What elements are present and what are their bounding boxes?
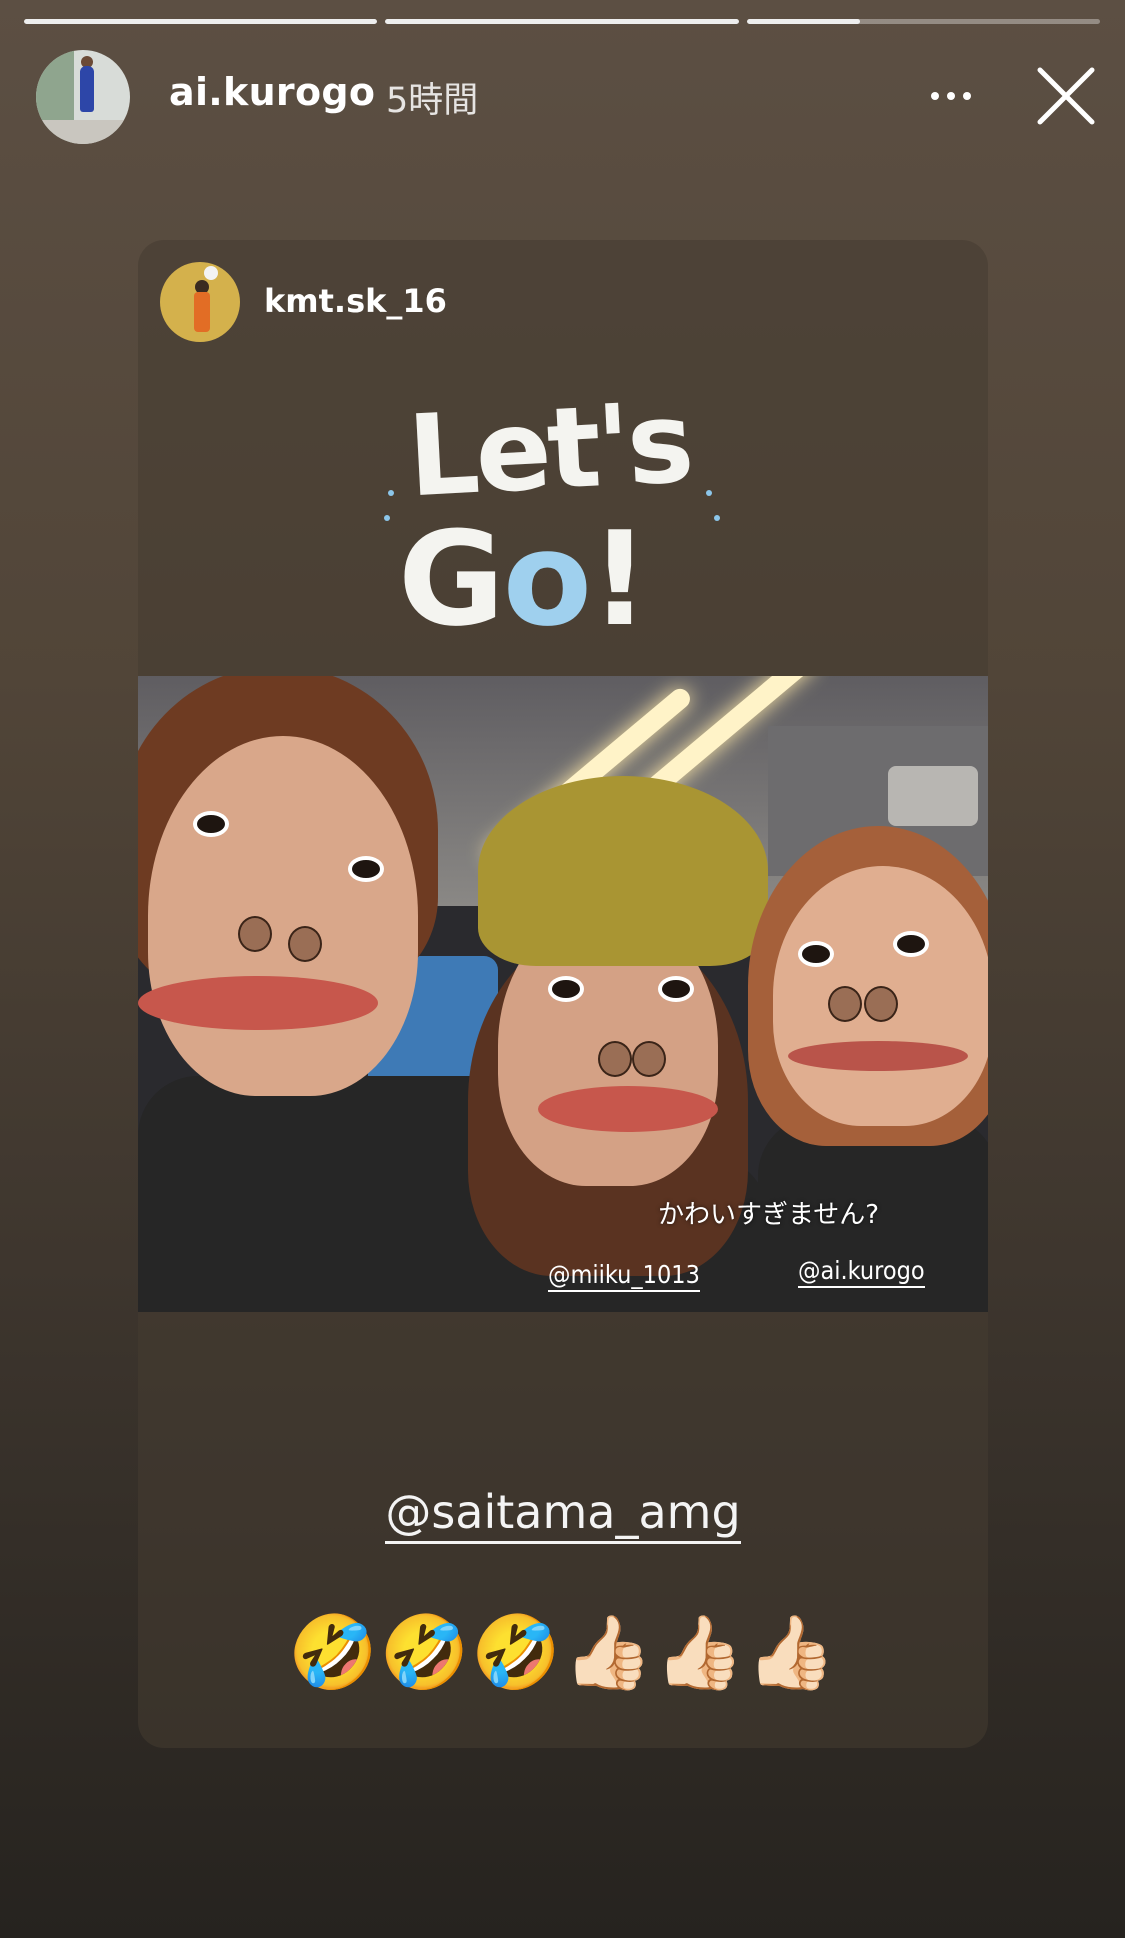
photo-mention-2[interactable]: @ai.kurogo — [798, 1256, 925, 1288]
mention-tag[interactable]: @saitama_amg — [138, 1485, 988, 1544]
story-time: 5時間 — [386, 81, 479, 121]
beanie — [478, 776, 768, 966]
progress-segment-1 — [24, 19, 378, 24]
sticker-g: G — [398, 503, 505, 655]
more-horizontal-icon — [931, 92, 971, 100]
sparkle-icon — [384, 515, 390, 521]
mouth-filter — [538, 1086, 718, 1132]
avatar-player — [194, 292, 210, 332]
sticker-o: o — [502, 503, 592, 655]
sticker-text-line1: Let's — [404, 377, 694, 523]
person-left-face — [148, 736, 418, 1096]
eye — [548, 976, 584, 1002]
nose-filter — [828, 986, 862, 1022]
sparkle-icon — [706, 490, 712, 496]
nose-filter — [598, 1041, 632, 1077]
sticker-exclaim: ! — [590, 503, 649, 655]
suitcase — [888, 766, 978, 826]
progress-fill — [385, 19, 739, 24]
mouth-filter — [138, 976, 378, 1030]
emoji-row: 🤣🤣🤣👍🏻👍🏻👍🏻 — [288, 1610, 838, 1694]
story-username[interactable]: ai.kurogo — [169, 70, 375, 114]
nose-filter — [238, 916, 272, 952]
progress-segment-2 — [385, 19, 739, 24]
shared-story-card[interactable]: kmt.sk_16 Let's Go! かわいすぎません? @miiku_101… — [138, 240, 988, 1748]
mouth-filter — [788, 1041, 968, 1071]
nose-filter — [632, 1041, 666, 1077]
avatar[interactable] — [36, 50, 130, 144]
eye — [193, 811, 229, 837]
eye — [348, 856, 384, 882]
close-icon — [1037, 67, 1095, 125]
avatar-floor — [36, 119, 130, 144]
photo-caption: かわいすぎません? — [658, 1200, 880, 1230]
close-button[interactable] — [1032, 62, 1100, 130]
eye — [658, 976, 694, 1002]
more-options-button[interactable] — [916, 68, 986, 124]
sparkle-icon — [714, 515, 720, 521]
progress-segment-3 — [746, 19, 1100, 24]
avatar-player — [80, 66, 94, 112]
eye — [893, 931, 929, 957]
story-header: ai.kurogo 5時間 — [36, 48, 1101, 148]
story-progress — [24, 19, 1100, 25]
nose-filter — [288, 926, 322, 962]
photo-mention-1[interactable]: @miiku_1013 — [548, 1260, 700, 1292]
lets-go-sticker: Let's Go! — [384, 378, 728, 655]
sparkle-icon — [388, 490, 394, 496]
mention-text[interactable]: @saitama_amg — [385, 1485, 741, 1544]
eye — [798, 941, 834, 967]
shared-avatar[interactable] — [160, 262, 240, 342]
progress-fill — [746, 19, 860, 24]
progress-fill — [24, 19, 378, 24]
selfie-photo: かわいすぎません? @miiku_1013 @ai.kurogo — [138, 676, 988, 1312]
volleyball-icon — [204, 266, 218, 280]
sticker-text-line2: Go! — [398, 503, 649, 655]
shared-username[interactable]: kmt.sk_16 — [264, 282, 447, 320]
nose-filter — [864, 986, 898, 1022]
